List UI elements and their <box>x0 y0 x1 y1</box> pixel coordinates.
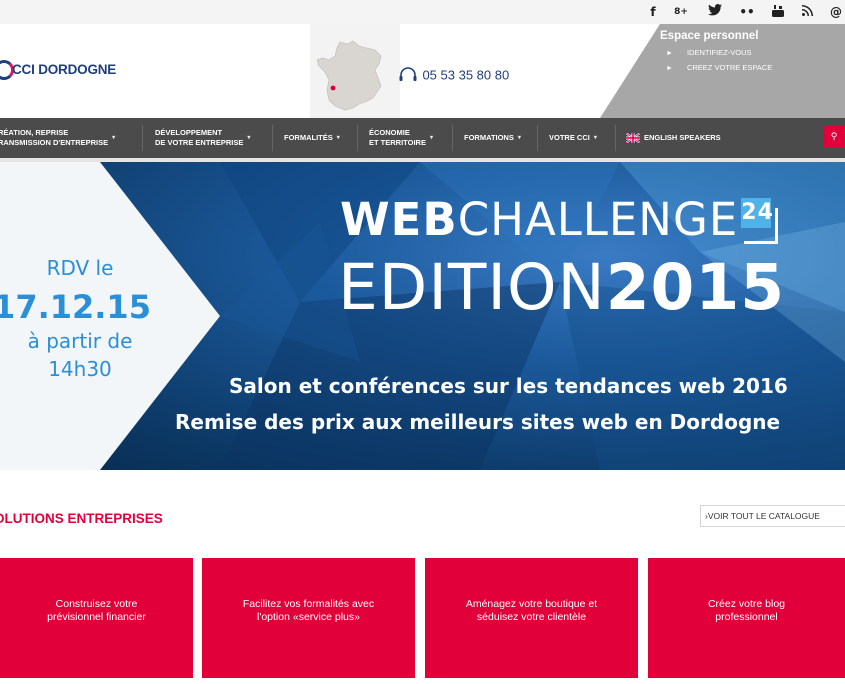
chevron-down-icon: ▾ <box>336 135 340 141</box>
chevron-down-icon: ▾ <box>429 135 433 141</box>
from-label: à partir de <box>27 329 133 353</box>
main-nav: RÉATION, REPRISE RANSMISSION D'ENTREPRISE… <box>0 118 845 158</box>
page: f 8+ •• @ CCI DORDOGNE 05 53 35 80 80 Es… <box>0 0 845 684</box>
hero-banner[interactable]: RDV le 17.12.15 à partir de 14h30 WEBCHA… <box>0 162 845 470</box>
espace-title: Espace personnel <box>660 30 759 42</box>
identifiez-vous-link[interactable]: ► IDENTIFIEZ-VOUS <box>666 48 752 57</box>
phone-number: 05 53 35 80 80 <box>422 67 510 83</box>
nav-item-creation[interactable]: RÉATION, REPRISE RANSMISSION D'ENTREPRISE… <box>0 118 115 158</box>
event-date: 17.12.15 <box>0 288 151 326</box>
solution-card[interactable]: Construisez votre prévisionnel financier <box>0 558 193 678</box>
logo-text: CCI DORDOGNE <box>12 62 117 77</box>
chevron-down-icon: ▾ <box>112 135 116 141</box>
nav-divider <box>615 125 616 151</box>
search-icon: ⚲ <box>830 132 838 142</box>
badge-24-icon: 24 <box>741 198 779 244</box>
voir-catalogue-link[interactable]: ›VOIR TOUT LE CATALOGUE <box>700 505 845 527</box>
nav-divider <box>357 125 358 151</box>
nav-divider <box>142 125 143 151</box>
headset-icon <box>399 67 417 81</box>
espace-personnel-panel: Espace personnel ► IDENTIFIEZ-VOUS ► CREEZ… <box>600 24 845 118</box>
chevron-down-icon: ▾ <box>593 135 597 141</box>
uk-flag-icon <box>626 133 640 143</box>
rss-icon[interactable] <box>797 4 817 20</box>
nav-divider <box>537 125 538 151</box>
banner-subtitle-1: Salon et conférences sur les tendances w… <box>229 374 788 398</box>
twitter-icon[interactable] <box>705 4 725 20</box>
nav-item-english-speakers[interactable]: ENGLISH SPEAKERS <box>626 118 721 158</box>
flickr-icon[interactable]: •• <box>737 4 757 20</box>
nav-item-formations[interactable]: FORMATIONS ▾ <box>464 118 521 158</box>
search-button[interactable]: ⚲ <box>823 126 845 148</box>
arrow-right-icon: ► <box>666 65 673 72</box>
chevron-down-icon: ▾ <box>247 135 251 141</box>
webchallenge-title: WEBCHALLENGE 24 <box>340 194 779 246</box>
nav-divider <box>452 125 453 151</box>
nav-item-votre-cci[interactable]: VOTRE CCI ▾ <box>549 118 597 158</box>
arrow-right-icon: ► <box>666 50 673 57</box>
social-bar: f 8+ •• @ <box>0 0 845 24</box>
facebook-icon[interactable]: f <box>643 4 663 20</box>
nav-item-developpement[interactable]: DÉVELOPPEMENT DE VOTRE ENTREPRISE ▾ <box>155 118 250 158</box>
nav-item-economie[interactable]: ÉCONOMIE ET TERRITOIRE ▾ <box>369 118 433 158</box>
header: CCI DORDOGNE 05 53 35 80 80 Espace perso… <box>0 24 845 118</box>
logo[interactable]: CCI DORDOGNE <box>0 58 154 84</box>
chevron-down-icon: ▾ <box>517 135 521 141</box>
solutions-title: OLUTIONS ENTREPRISES <box>0 511 163 526</box>
rdv-label: RDV le <box>46 256 114 280</box>
nav-item-formalites[interactable]: FORMALITÉS ▾ <box>284 118 340 158</box>
google-plus-icon[interactable]: 8+ <box>671 4 691 20</box>
nav-divider <box>272 125 273 151</box>
solution-card[interactable]: Aménagez votre boutique et séduisez votre… <box>425 558 638 678</box>
youtube-icon[interactable] <box>768 4 788 20</box>
phone-contact[interactable]: 05 53 35 80 80 <box>398 66 509 86</box>
banner-subtitle-2: Remise des prix aux meilleurs sites web … <box>175 410 781 434</box>
email-icon[interactable]: @ <box>826 4 845 20</box>
edition-title: EDITION2015 <box>338 251 786 324</box>
creez-espace-link[interactable]: ► CREEZ VOTRE ESPACE <box>666 63 772 72</box>
event-time: 14h30 <box>48 357 112 381</box>
solution-card[interactable]: Créez votre blog professionnel <box>648 558 845 678</box>
france-map-icon[interactable] <box>315 40 385 112</box>
solution-card[interactable]: Facilitez vos formalités avec l'option «s… <box>202 558 415 678</box>
